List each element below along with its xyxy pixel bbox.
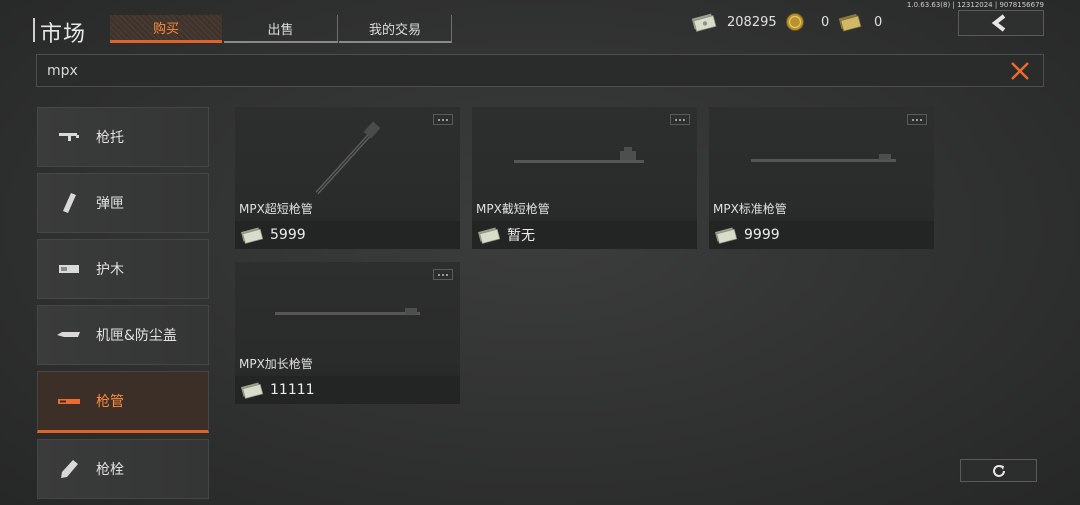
category-label: 枪管 (96, 394, 124, 410)
coin-amount: 0 (821, 14, 830, 30)
tab-my-trades[interactable]: 我的交易 (339, 15, 452, 43)
category-label: 枪栓 (96, 462, 124, 478)
currency-goldbar: 0 (838, 12, 882, 32)
tab-sell[interactable]: 出售 (224, 15, 338, 43)
cash-icon (715, 227, 738, 244)
bolt-icon (56, 459, 82, 479)
tab-label: 购买 (152, 22, 179, 37)
price-row: 11111 (235, 376, 460, 404)
price-row: 5999 (235, 221, 460, 249)
search-bar (36, 54, 1044, 87)
refresh-button[interactable] (960, 459, 1037, 482)
cash-icon (241, 227, 264, 244)
title-divider (33, 18, 35, 42)
receiver-icon (56, 325, 82, 345)
category-handguard[interactable]: 护木 (37, 239, 209, 299)
back-button[interactable] (958, 10, 1044, 36)
gold-bar-icon (838, 13, 862, 32)
item-name: MPX标准枪管 (713, 202, 787, 216)
more-options-icon[interactable] (433, 269, 453, 280)
magazine-icon (56, 193, 82, 213)
item-price: 9999 (744, 227, 780, 243)
goldbar-amount: 0 (874, 14, 883, 30)
page-title: 市场 (40, 22, 87, 47)
item-price: 11111 (270, 382, 315, 398)
category-label: 护木 (96, 262, 124, 278)
item-card[interactable]: MPX标准枪管 9999 (709, 107, 934, 249)
currency-coin: 0 (785, 12, 829, 32)
barrel-image (514, 147, 644, 163)
cash-amount: 208295 (727, 14, 777, 30)
handguard-icon (56, 259, 82, 279)
chevron-left-icon (991, 14, 1006, 32)
price-row: 9999 (709, 221, 934, 249)
tab-label: 出售 (267, 22, 294, 38)
barrel-image (751, 154, 896, 162)
barrel-image (275, 308, 420, 315)
category-bolt[interactable]: 枪栓 (37, 439, 209, 499)
category-label: 机匣&防尘盖 (96, 328, 177, 344)
item-card[interactable]: MPX加长枪管 11111 (235, 262, 460, 404)
item-price: 暂无 (507, 228, 535, 244)
more-options-icon[interactable] (433, 114, 453, 125)
close-icon[interactable] (1009, 60, 1031, 82)
cash-icon (478, 227, 501, 244)
more-options-icon[interactable] (670, 114, 690, 125)
item-price: 5999 (270, 227, 306, 243)
category-magazine[interactable]: 弹匣 (37, 173, 209, 233)
barrel-icon (56, 391, 82, 411)
price-row: 暂无 (472, 221, 697, 249)
stock-icon (56, 127, 82, 147)
tab-label: 我的交易 (368, 22, 421, 38)
item-name: MPX超短枪管 (239, 202, 313, 216)
barrel-image (315, 121, 381, 195)
version-label: 1.0.63.63(8) | 12312024 | 9078156679 (906, 1, 1044, 9)
currency-cash: 208295 (690, 12, 777, 32)
item-card[interactable]: MPX超短枪管 5999 (235, 107, 460, 249)
search-input[interactable] (45, 60, 949, 82)
cash-icon (241, 382, 264, 399)
item-name: MPX加长枪管 (239, 357, 313, 371)
more-options-icon[interactable] (907, 114, 927, 125)
gold-coin-icon (786, 13, 804, 31)
tab-buy[interactable]: 购买 (110, 15, 222, 43)
category-label: 枪托 (96, 130, 124, 146)
refresh-icon (992, 464, 1005, 477)
cash-icon (691, 13, 717, 32)
category-receiver[interactable]: 机匣&防尘盖 (37, 305, 209, 365)
category-barrel[interactable]: 枪管 (37, 371, 209, 433)
item-card[interactable]: MPX截短枪管 暂无 (472, 107, 697, 249)
category-stock[interactable]: 枪托 (37, 107, 209, 167)
item-name: MPX截短枪管 (476, 202, 550, 216)
category-label: 弹匣 (96, 196, 124, 212)
